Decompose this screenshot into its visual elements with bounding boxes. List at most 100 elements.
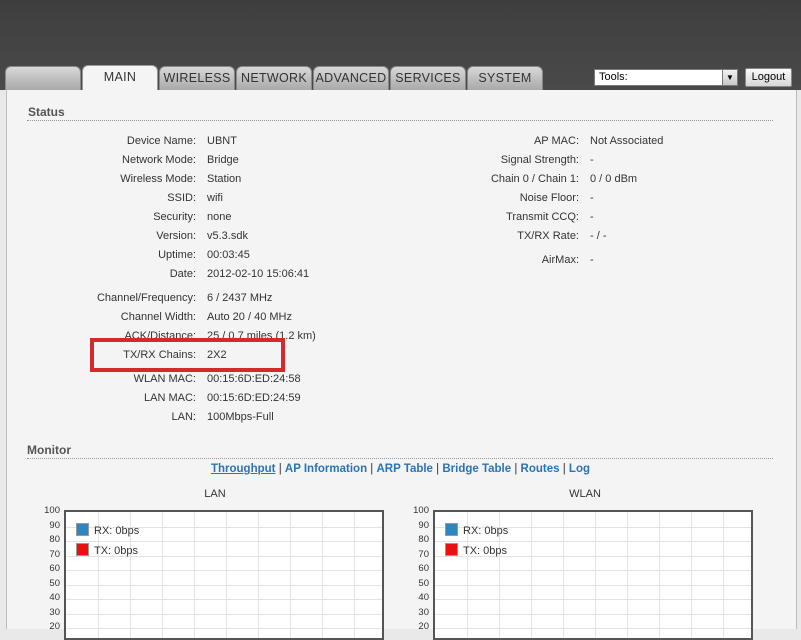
status-label: Channel Width: — [120, 311, 196, 323]
grid-line — [194, 512, 195, 638]
status-label: Date: — [169, 268, 196, 280]
link-ap-information[interactable]: AP Information — [285, 463, 367, 475]
status-value: 6 / 2437 MHz — [207, 292, 273, 304]
status-label: Noise Floor: — [519, 192, 579, 204]
legend-item: TX: 0bps — [76, 543, 138, 557]
legend-label: RX: 0bps — [94, 525, 140, 537]
grid-line — [354, 512, 355, 638]
status-value: 00:15:6D:ED:24:58 — [207, 373, 301, 385]
y-tick-label: 30 — [418, 606, 429, 618]
grid-line — [290, 512, 291, 638]
y-tick-label: 90 — [418, 519, 429, 531]
tools-select[interactable]: Tools: ▼ — [594, 69, 738, 86]
tab-wireless[interactable]: WIRELESS — [159, 66, 235, 90]
tools-select-value: Tools: — [599, 71, 628, 83]
y-tick-label: 40 — [418, 592, 429, 603]
grid-line — [66, 584, 382, 586]
status-value: Bridge — [207, 154, 239, 166]
status-label: Uptime: — [158, 249, 196, 261]
highlight-box — [90, 338, 285, 372]
grid-line — [595, 512, 596, 638]
grid-line — [435, 599, 751, 600]
status-label: Channel/Frequency: — [96, 292, 196, 304]
grid-line — [691, 512, 692, 638]
status-label: AirMax: — [541, 254, 579, 266]
status-label: AP MAC: — [533, 135, 579, 147]
status-label: Wireless Mode: — [120, 173, 196, 185]
grid-line — [66, 570, 382, 571]
y-tick-label: 50 — [418, 577, 429, 589]
y-tick-label: 60 — [418, 563, 429, 574]
status-value: 0 / 0 dBm — [590, 173, 638, 185]
status-value: Auto 20 / 40 MHz — [207, 311, 292, 323]
status-label: Network Mode: — [122, 154, 196, 166]
status-title: Status — [28, 105, 65, 119]
monitor-divider — [27, 458, 773, 459]
status-label: Transmit CCQ: — [506, 211, 579, 223]
grid-line — [435, 613, 751, 615]
y-tick-label: 30 — [49, 606, 60, 618]
legend-swatch — [445, 543, 458, 556]
legend-label: TX: 0bps — [94, 545, 139, 557]
status-value: UBNT — [207, 135, 237, 147]
tab-system[interactable]: SYSTEM — [467, 66, 543, 90]
chevron-down-icon[interactable]: ▼ — [722, 70, 737, 85]
status-value: v5.3.sdk — [207, 230, 248, 242]
grid-line — [66, 599, 382, 600]
legend-label: RX: 0bps — [463, 525, 509, 537]
status-value: - — [590, 154, 594, 166]
grid-line — [563, 512, 564, 638]
grid-line — [659, 512, 660, 638]
y-tick-label: 60 — [49, 563, 60, 574]
status-label: Version: — [156, 230, 196, 242]
status-value: 2012-02-10 15:06:41 — [207, 268, 310, 280]
link-bridge-table[interactable]: Bridge Table — [442, 463, 511, 475]
tab-advanced[interactable]: ADVANCED — [313, 66, 389, 90]
status-label: Chain 0 / Chain 1: — [490, 173, 579, 185]
tab-blank — [5, 66, 81, 90]
grid-line — [435, 584, 751, 586]
tab-services[interactable]: SERVICES — [390, 66, 466, 90]
grid-line — [66, 541, 382, 542]
status-label: SSID: — [167, 192, 196, 204]
y-tick-label: 100 — [44, 505, 60, 516]
logout-button[interactable]: Logout — [745, 68, 792, 87]
grid-line — [66, 613, 382, 615]
status-value: Station — [207, 173, 242, 185]
tab-main[interactable]: MAIN — [82, 65, 158, 91]
link-throughput[interactable]: Throughput — [211, 463, 276, 475]
tab-network[interactable]: NETWORK — [236, 66, 312, 90]
link-routes[interactable]: Routes — [521, 463, 560, 475]
legend-swatch — [445, 523, 458, 536]
y-tick-label: 20 — [418, 621, 429, 632]
status-label: TX/RX Rate: — [517, 230, 579, 242]
monitor-title: Monitor — [27, 443, 71, 457]
legend-item: RX: 0bps — [76, 523, 139, 537]
grid-line — [226, 512, 227, 638]
legend-swatch — [76, 523, 89, 536]
status-label: Device Name: — [126, 135, 196, 147]
grid-line — [723, 512, 724, 638]
status-value: 00:15:6D:ED:24:59 — [207, 392, 301, 404]
grid-line — [627, 512, 628, 638]
grid-line — [162, 512, 163, 638]
y-tick-label: 70 — [49, 548, 60, 560]
status-label: Security: — [153, 211, 196, 223]
status-value: - — [590, 254, 594, 266]
y-tick-label: 80 — [49, 534, 60, 545]
chart-title: WLAN — [569, 488, 601, 500]
status-value: - — [590, 192, 594, 204]
monitor-links: Throughput | AP Information | ARP Table … — [210, 463, 590, 475]
legend-label: TX: 0bps — [463, 545, 508, 557]
y-tick-label: 70 — [418, 548, 429, 560]
link-log[interactable]: Log — [569, 463, 590, 475]
status-value: Not Associated — [590, 135, 664, 147]
status-value: 00:03:45 — [207, 249, 250, 261]
y-tick-label: 20 — [49, 621, 60, 632]
status-label: LAN: — [171, 411, 196, 423]
link-arp-table[interactable]: ARP Table — [377, 463, 433, 475]
status-value: - — [590, 211, 594, 223]
legend-item: TX: 0bps — [445, 543, 507, 557]
y-tick-label: 90 — [49, 519, 60, 531]
status-value: 100Mbps-Full — [207, 411, 274, 423]
